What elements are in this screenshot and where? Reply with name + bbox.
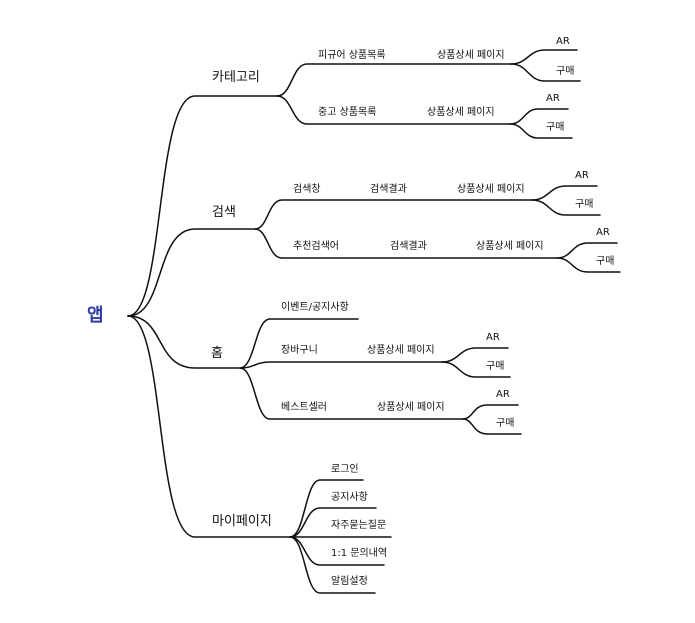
node-product-detail[interactable]: 상품상세 페이지	[457, 184, 525, 196]
node-search[interactable]: 검색	[212, 205, 236, 221]
node-buy[interactable]: 구매	[546, 122, 564, 134]
node-search-results[interactable]: 검색결과	[390, 241, 427, 253]
node-product-detail[interactable]: 상품상세 페이지	[437, 50, 505, 62]
node-ar[interactable]: AR	[496, 389, 510, 401]
node-product-detail[interactable]: 상품상세 페이지	[377, 402, 445, 414]
node-used-list[interactable]: 중고 상품목록	[318, 107, 376, 119]
node-buy[interactable]: 구매	[596, 256, 614, 268]
node-notification-settings[interactable]: 알림설정	[331, 576, 368, 588]
node-buy[interactable]: 구매	[575, 199, 593, 211]
node-cart[interactable]: 장바구니	[281, 345, 318, 357]
connector	[239, 361, 443, 369]
connector	[127, 95, 278, 317]
node-search-bar[interactable]: 검색창	[293, 184, 321, 196]
connector	[254, 199, 533, 230]
node-product-detail[interactable]: 상품상세 페이지	[476, 241, 544, 253]
node-faq[interactable]: 자주묻는질문	[331, 520, 386, 532]
node-product-detail[interactable]: 상품상세 페이지	[427, 107, 495, 119]
node-events-notices[interactable]: 이벤트/공지사항	[281, 302, 349, 314]
node-search-results[interactable]: 검색결과	[370, 184, 407, 196]
connector	[127, 315, 241, 369]
root-node[interactable]: 앱	[87, 306, 104, 326]
node-mypage[interactable]: 마이페이지	[212, 514, 272, 530]
node-ar[interactable]: AR	[575, 170, 589, 182]
connector	[127, 315, 291, 538]
node-ar[interactable]: AR	[556, 36, 570, 48]
connector	[531, 185, 598, 201]
node-product-detail[interactable]: 상품상세 페이지	[367, 345, 435, 357]
node-category[interactable]: 카테고리	[212, 70, 260, 86]
node-home[interactable]: 홈	[211, 346, 223, 362]
node-notices[interactable]: 공지사항	[331, 492, 368, 504]
connector	[239, 318, 359, 369]
connector	[276, 63, 512, 97]
node-buy[interactable]: 구매	[486, 361, 504, 373]
node-inquiry-history[interactable]: 1:1 문의내역	[331, 548, 387, 560]
connector	[510, 49, 578, 65]
node-recommended-keywords[interactable]: 추천검색어	[293, 241, 339, 253]
node-buy[interactable]: 구매	[496, 418, 514, 430]
node-figure-list[interactable]: 피규어 상품목록	[318, 50, 386, 62]
connector	[462, 404, 519, 420]
node-ar[interactable]: AR	[546, 93, 560, 105]
node-ar[interactable]: AR	[486, 332, 500, 344]
connector	[127, 228, 256, 317]
node-ar[interactable]: AR	[596, 227, 610, 239]
node-best-seller[interactable]: 베스트셀러	[281, 402, 327, 414]
node-buy[interactable]: 구매	[556, 66, 574, 78]
connector	[441, 347, 509, 363]
node-login[interactable]: 로그인	[331, 464, 359, 476]
